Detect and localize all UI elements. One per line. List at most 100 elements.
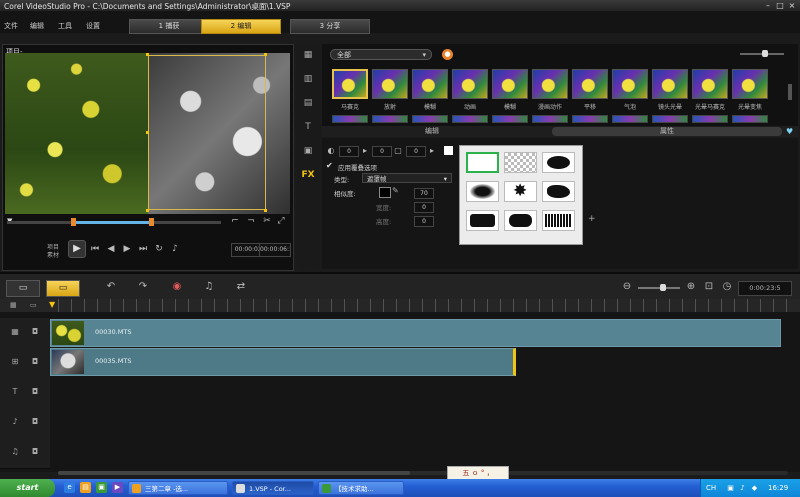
track-motion-icon[interactable]: ⇄ (234, 280, 248, 294)
record-icon[interactable]: ◉ (170, 280, 184, 294)
music-track-icon[interactable]: ♫ (10, 447, 20, 457)
width-field[interactable]: 0 (414, 202, 434, 213)
mask-option-star[interactable]: ✸ (504, 181, 537, 202)
spin-field[interactable]: 0 (339, 146, 359, 157)
similarity-field[interactable]: 70 (414, 188, 434, 199)
resize-handle[interactable] (264, 53, 267, 56)
filter-thumbnail[interactable] (532, 69, 568, 99)
height-field[interactable]: 0 (414, 216, 434, 227)
resize-handle[interactable] (146, 53, 149, 56)
resize-handle[interactable] (146, 131, 149, 134)
zoom-out-icon[interactable]: ⊖ (620, 280, 634, 294)
add-mask-button[interactable]: + (588, 214, 596, 224)
undo-icon[interactable]: ↶ (104, 280, 118, 294)
filter-thumbnail-row2[interactable] (412, 115, 448, 123)
transition-icon[interactable]: ▥ (300, 72, 316, 86)
eyedropper-icon[interactable]: ✎ (392, 186, 399, 195)
title-track-icon[interactable]: T (10, 387, 20, 397)
ime-toolbar[interactable]: 五 ｏ ° ， (447, 466, 509, 480)
track-toggle-icon[interactable]: ◘ (30, 327, 40, 337)
filter-thumbnail-row2[interactable] (652, 115, 688, 123)
rotate-icon[interactable]: ◐ (326, 146, 336, 155)
filter-thumbnail-row2[interactable] (492, 115, 528, 123)
key-color-swatch[interactable] (379, 187, 391, 198)
maximize-button[interactable]: □ (775, 1, 785, 10)
mask-option-rough[interactable] (542, 210, 575, 231)
audio-mixer-icon[interactable]: ♫ (202, 280, 216, 294)
text-icon[interactable]: T (300, 120, 316, 134)
duration-icon[interactable]: ◷ (720, 280, 734, 294)
resize-handle[interactable] (264, 209, 267, 212)
mark-out-button[interactable]: ¬ (245, 215, 257, 227)
filter-thumbnail-row2[interactable] (372, 115, 408, 123)
media-icon[interactable]: ▦ (300, 48, 316, 62)
get-more-icon[interactable]: ● (442, 49, 453, 60)
tab-edit-options[interactable]: 编辑 (382, 127, 482, 136)
timecode-duration[interactable]: 00:00:06:10 (259, 243, 291, 257)
favorite-icon[interactable]: ♥ (786, 127, 797, 136)
tab-share[interactable]: 3 分享 (290, 19, 370, 34)
voice-track-icon[interactable]: ♪ (10, 417, 20, 427)
filter-thumbnail-row2[interactable] (532, 115, 568, 123)
network-icon[interactable]: ▣ (726, 484, 735, 493)
end-icon[interactable]: ⏭ (137, 243, 149, 255)
media-player-icon[interactable]: ▶ (112, 482, 123, 493)
filter-thumbnail-row2[interactable] (332, 115, 368, 123)
start-button[interactable]: start (0, 479, 55, 497)
mask-option-transparent[interactable] (504, 152, 537, 173)
track-toggle-icon[interactable]: ◘ (30, 417, 40, 427)
overlay-frame[interactable] (148, 55, 266, 210)
zoom-in-icon[interactable]: ⊕ (684, 280, 698, 294)
step-icon[interactable]: ▸ (360, 146, 370, 155)
filter-thumbnail-row2[interactable] (572, 115, 608, 123)
mark-in-button[interactable]: ⌐ (229, 215, 241, 227)
menu-file[interactable]: 文件 (4, 21, 18, 31)
redo-icon[interactable]: ↷ (136, 280, 150, 294)
mask-option-soft-oval[interactable] (466, 181, 499, 202)
taskbar-item[interactable]: 1.VSP - Cor... (232, 481, 314, 495)
timeline-zoom-knob[interactable] (660, 284, 666, 291)
mask-option-oval[interactable] (542, 152, 575, 173)
expand-icon[interactable]: ⤢ (275, 215, 287, 227)
filter-thumbnail[interactable] (412, 69, 448, 99)
filter-thumbnail-row2[interactable] (692, 115, 728, 123)
frame-icon[interactable]: ▢ (393, 146, 403, 155)
filter-thumbnail-row2[interactable] (452, 115, 488, 123)
filter-thumbnail[interactable] (332, 69, 368, 99)
graphic-icon[interactable]: ▣ (300, 144, 316, 158)
language-indicator[interactable]: CH (706, 484, 716, 493)
mask-option-none[interactable] (466, 152, 499, 173)
track-toggle-icon[interactable]: ◘ (30, 357, 40, 367)
prev-frame-icon[interactable]: ◀ (105, 243, 117, 255)
fit-project-icon[interactable]: ⊡ (702, 280, 716, 294)
storyboard-view-button[interactable]: ▭ (6, 280, 40, 297)
menu-settings[interactable]: 设置 (86, 21, 100, 31)
filter-thumbnail-row2[interactable] (612, 115, 648, 123)
trim-start-handle[interactable] (71, 218, 76, 226)
overlay-clip[interactable]: 00035.MTS (50, 348, 516, 376)
folder-icon[interactable]: ▤ (80, 482, 91, 493)
step-icon[interactable]: ▸ (427, 146, 437, 155)
taskbar-item[interactable]: 三第二章 -选... (128, 481, 228, 495)
filter-thumbnail[interactable] (612, 69, 648, 99)
mask-option-rounded[interactable] (504, 210, 537, 231)
border-color-swatch[interactable] (444, 146, 453, 155)
timeline-timecode[interactable]: 0:00:23:5 (738, 281, 792, 296)
filter-thumbnail[interactable] (652, 69, 688, 99)
tab-edit[interactable]: 2 编辑 (201, 19, 281, 34)
spin-field[interactable]: 0 (372, 146, 392, 157)
security-icon[interactable]: ◆ (750, 484, 759, 493)
filter-thumbnail[interactable] (732, 69, 768, 99)
filter-thumbnail-row2[interactable] (732, 115, 768, 123)
taskbar-item[interactable]: 【技术求助... (318, 481, 404, 495)
desktop-icon[interactable]: ▣ (96, 482, 107, 493)
mode-clip[interactable]: 素材 (47, 250, 59, 259)
fx-filter-icon[interactable]: FX (300, 168, 316, 182)
playhead-marker[interactable]: ▼ (49, 300, 55, 309)
minimize-button[interactable]: – (763, 1, 773, 10)
filter-thumbnail[interactable] (452, 69, 488, 99)
next-frame-icon[interactable]: ▶ (121, 243, 133, 255)
timeline-zoom-slider[interactable] (638, 287, 680, 289)
tab-attributes[interactable]: 属性 (552, 127, 782, 136)
track-toggle-icon[interactable]: ◘ (30, 447, 40, 457)
